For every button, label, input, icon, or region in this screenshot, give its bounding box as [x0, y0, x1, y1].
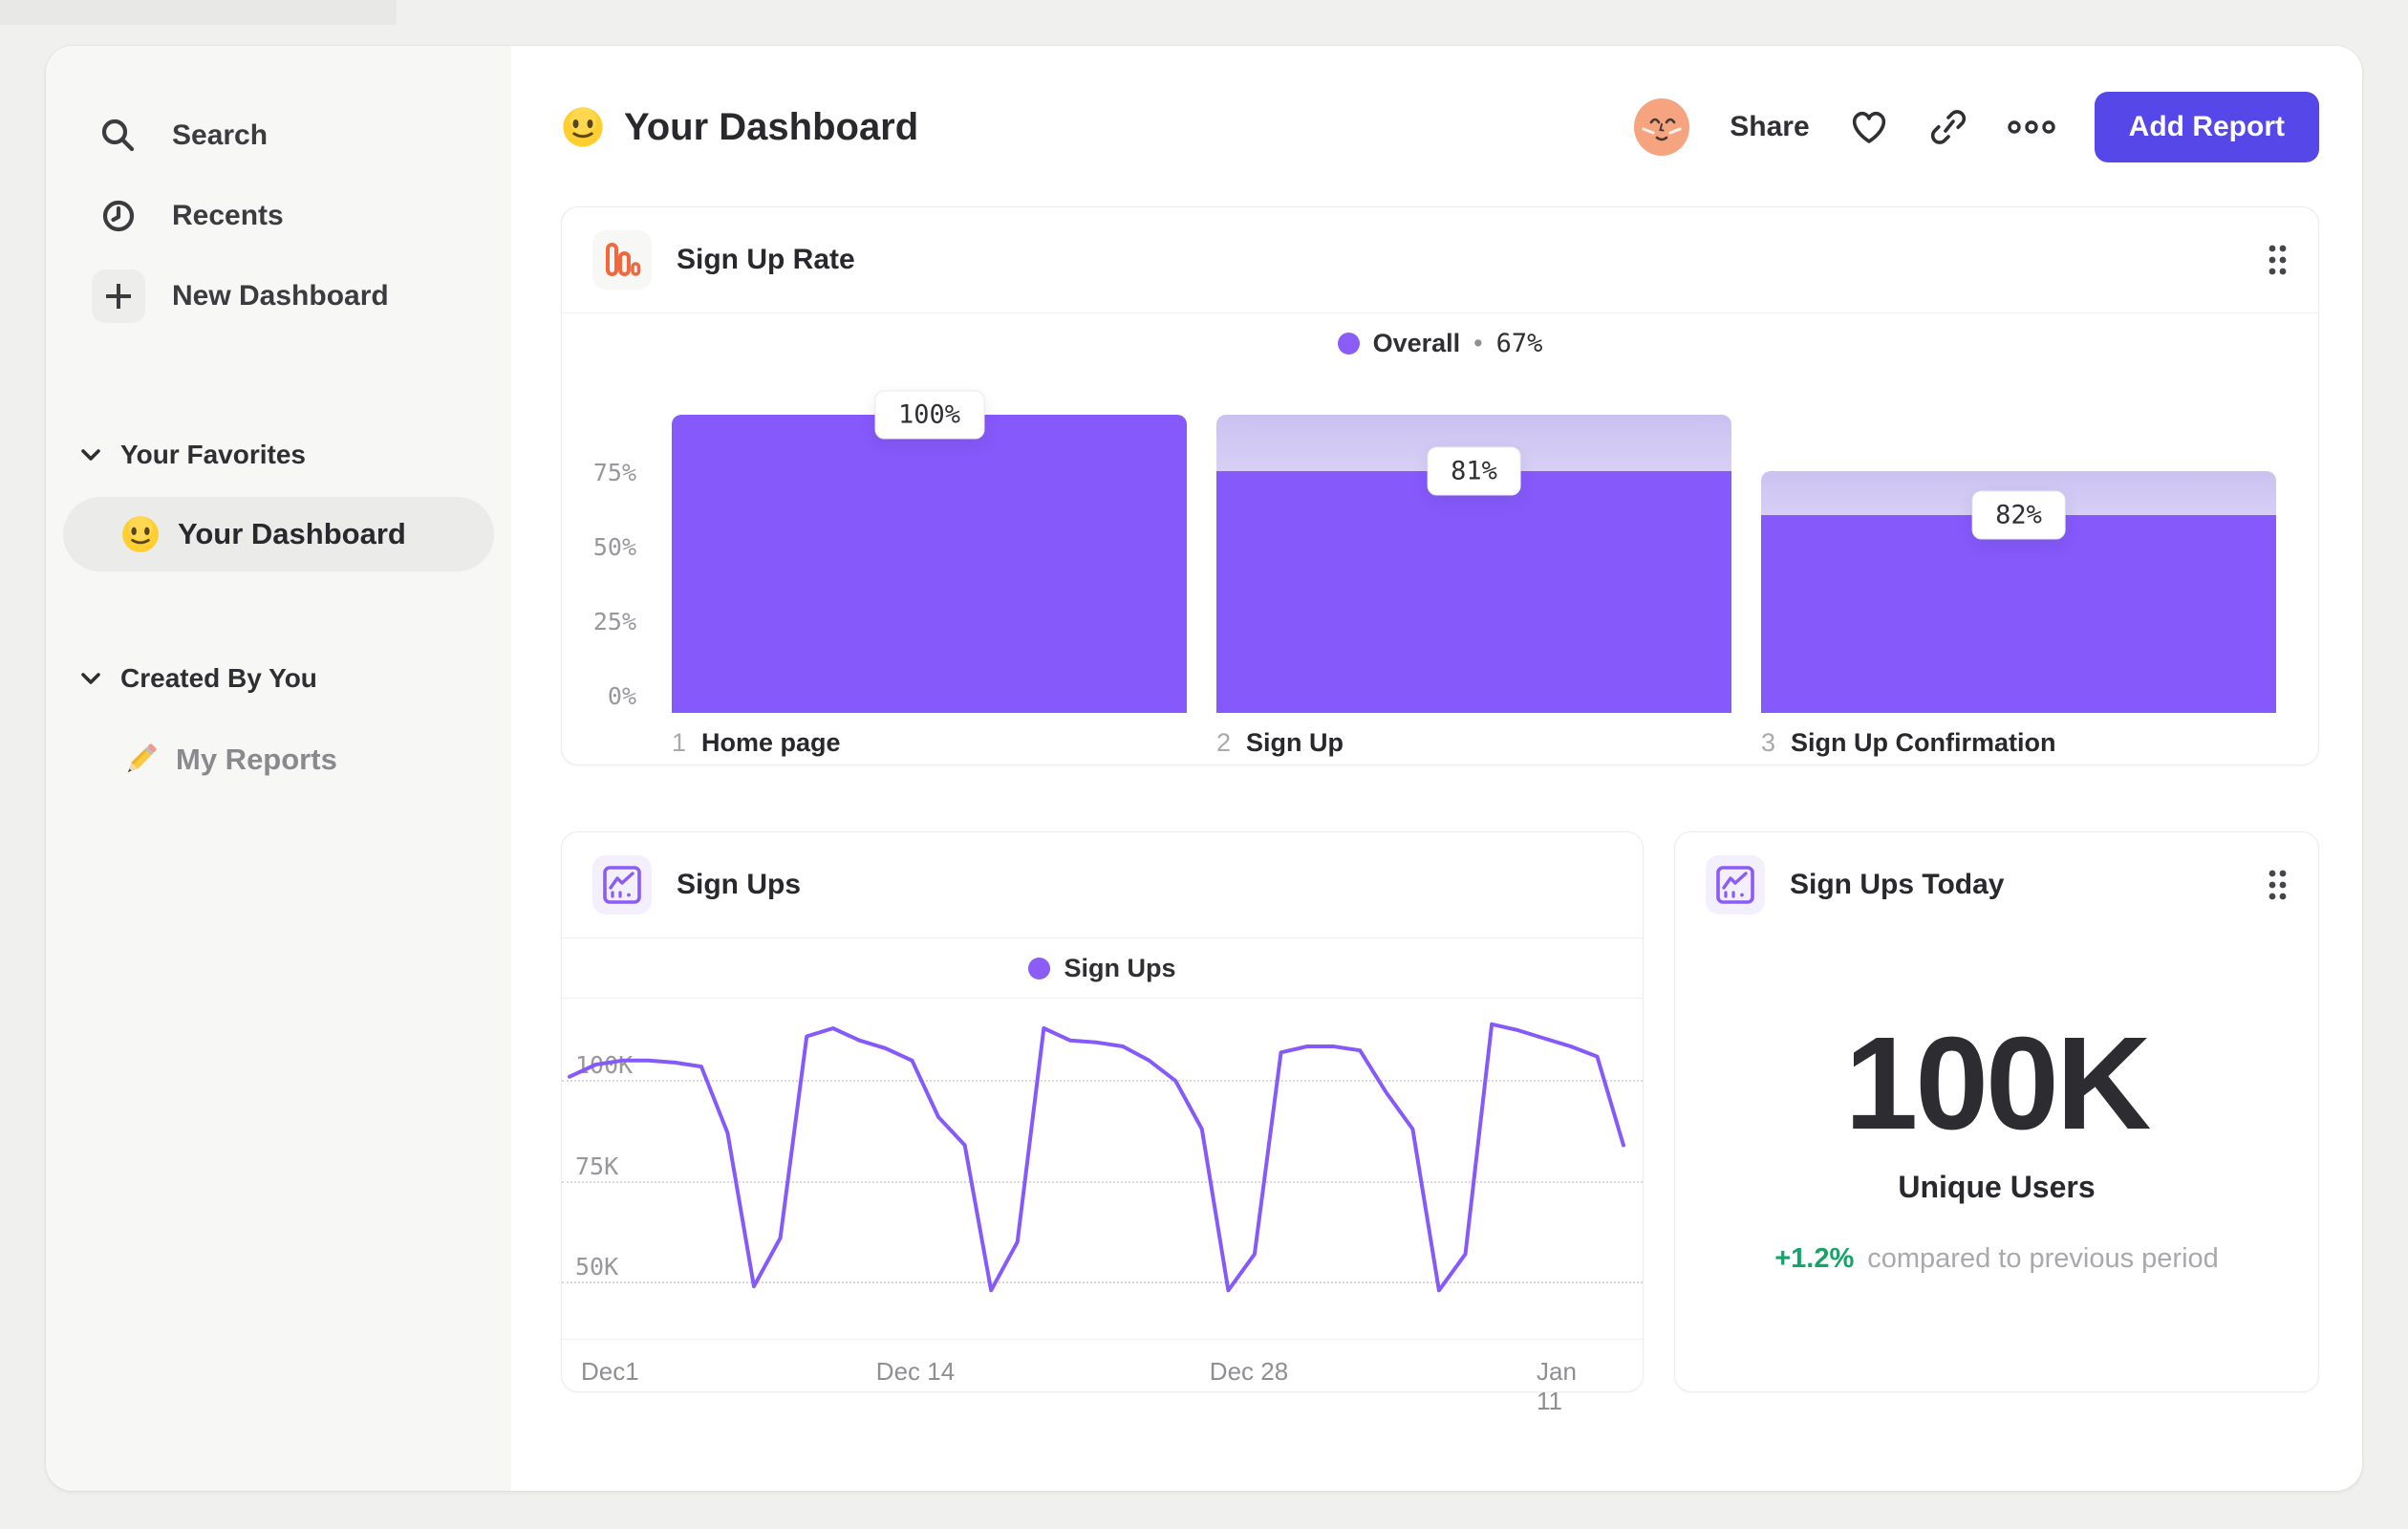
- funnel-step-name: Home page: [701, 728, 841, 757]
- funnel-bar-solid: [672, 415, 1187, 713]
- main-content: Your Dashboard Share Add Report Sign Up …: [511, 46, 2362, 1491]
- legend-dot: [1028, 957, 1051, 980]
- funnel-value-badge: 82%: [1971, 490, 2066, 540]
- add-report-button[interactable]: Add Report: [2094, 92, 2319, 162]
- metric-body: 100K Unique Users +1.2% compared to prev…: [1675, 937, 2318, 1275]
- sidebar-item-my-reports[interactable]: My Reports: [63, 726, 494, 793]
- more-options-icon[interactable]: [2007, 119, 2056, 135]
- pencil-emoji-icon: [127, 743, 157, 773]
- line-x-tick: Dec 14: [875, 1357, 956, 1386]
- favorite-heart-icon[interactable]: [1848, 108, 1890, 146]
- sidebar-item-label: My Reports: [176, 743, 337, 776]
- funnel-step-name: Sign Up Confirmation: [1791, 728, 2056, 757]
- sidebar-item-new-dashboard[interactable]: New Dashboard: [63, 256, 494, 336]
- page-header: Your Dashboard Share Add Report: [561, 92, 2319, 162]
- funnel-bar[interactable]: 100%: [672, 390, 1187, 713]
- funnel-x-axis: 1 Home page 2 Sign Up 3 Sign Up Confirmation: [573, 728, 2276, 758]
- funnel-chart-icon: [592, 230, 652, 290]
- metric-value: 100K: [1844, 1010, 2152, 1157]
- card-title: Sign Ups Today: [1790, 869, 2005, 900]
- card-header: Sign Ups: [562, 832, 1643, 937]
- funnel-plot: 75% 50% 25% 0% 100% 81% 82%: [573, 390, 2276, 713]
- header-actions: Share Add Report: [1632, 92, 2319, 162]
- app-window: Search Recents New Dashboard Your Favori…: [46, 46, 2362, 1491]
- section-title: Created By You: [120, 663, 317, 693]
- search-icon: [92, 109, 145, 162]
- line-x-axis: Dec1 Dec 14 Dec 28 Jan 11: [562, 1339, 1643, 1415]
- page-title: Your Dashboard: [561, 105, 918, 149]
- sidebar: Search Recents New Dashboard Your Favori…: [46, 46, 511, 1491]
- chevron-down-icon: [81, 449, 100, 461]
- metric-label: Unique Users: [1898, 1170, 2096, 1204]
- chevron-down-icon: [81, 673, 100, 684]
- sidebar-item-search[interactable]: Search: [63, 96, 494, 176]
- line-x-tick: Dec1: [581, 1357, 639, 1386]
- funnel-y-tick: 0%: [607, 682, 636, 710]
- funnel-value-badge: 100%: [873, 390, 985, 440]
- funnel-step-name: Sign Up: [1246, 728, 1344, 757]
- smiley-emoji-icon: [563, 107, 603, 147]
- card-header: Sign Ups Today: [1675, 832, 2318, 937]
- funnel-value-badge: 81%: [1427, 446, 1521, 496]
- section-title: Your Favorites: [120, 440, 306, 469]
- sidebar-item-recents[interactable]: Recents: [63, 176, 494, 256]
- funnel-bar-solid: [1761, 514, 2276, 713]
- card-header: Sign Up Rate: [562, 207, 2318, 312]
- sidebar-item-label: New Dashboard: [172, 280, 389, 312]
- sign-ups-today-card: Sign Ups Today 100K Unique Users +1.2% c…: [1674, 831, 2319, 1392]
- metric-delta: +1.2%: [1774, 1243, 1855, 1274]
- line-plot: 100K 75K 50K: [562, 999, 1643, 1339]
- top-strip: [0, 0, 397, 25]
- legend-value: 67%: [1495, 328, 1543, 358]
- funnel-step-index: 2: [1216, 728, 1232, 757]
- line-chart-icon: [1706, 855, 1765, 915]
- funnel-bar-solid: [1216, 471, 1731, 713]
- funnel-step-index: 3: [1761, 728, 1776, 757]
- favorites-section: Your Favorites Your Dashboard: [63, 428, 494, 571]
- funnel-step-index: 1: [672, 728, 687, 757]
- funnel-y-tick: 25%: [592, 608, 636, 635]
- drag-handle-icon[interactable]: [2267, 243, 2288, 277]
- share-button[interactable]: Share: [1730, 111, 1809, 143]
- plus-icon: [92, 269, 145, 323]
- line-x-tick: Jan 11: [1537, 1357, 1577, 1415]
- line-chart-icon: [592, 855, 652, 915]
- funnel-step-label: 3 Sign Up Confirmation: [1761, 728, 2276, 758]
- smiley-emoji-icon: [122, 516, 159, 552]
- sign-ups-line-series: [568, 1022, 1625, 1293]
- funnel-bar[interactable]: 82%: [1761, 415, 2276, 713]
- sidebar-item-label: Recents: [172, 200, 284, 231]
- sidebar-item-label: Search: [172, 119, 269, 151]
- funnel-step-label: 2 Sign Up: [1216, 728, 1731, 758]
- drag-handle-icon[interactable]: [2267, 868, 2288, 902]
- legend-name: Sign Ups: [1064, 953, 1176, 982]
- avatar[interactable]: [1632, 97, 1691, 157]
- funnel-bar[interactable]: 81%: [1216, 415, 1731, 713]
- sign-up-rate-card: Sign Up Rate Overall • 67% 75% 50% 25% 0%: [561, 206, 2319, 765]
- sidebar-item-your-dashboard[interactable]: Your Dashboard: [63, 497, 494, 571]
- favorites-section-header[interactable]: Your Favorites: [63, 428, 494, 482]
- created-section-header[interactable]: Created By You: [63, 652, 494, 705]
- funnel-y-tick: 75%: [592, 459, 636, 486]
- card-title: Sign Up Rate: [677, 244, 855, 275]
- card-title: Sign Ups: [677, 869, 802, 900]
- funnel-y-axis: 75% 50% 25% 0%: [573, 415, 642, 713]
- funnel-step-label: 1 Home page: [672, 728, 1187, 758]
- metric-delta-row: +1.2% compared to previous period: [1774, 1243, 2219, 1275]
- legend-separator: •: [1473, 328, 1483, 357]
- funnel-legend: Overall • 67%: [562, 313, 2318, 373]
- funnel-y-tick: 50%: [592, 533, 636, 561]
- metric-delta-caption: compared to previous period: [1867, 1243, 2219, 1274]
- created-by-you-section: Created By You My Reports: [63, 652, 494, 793]
- sign-ups-card: Sign Ups Sign Ups 100K 75K 50K Dec1 Dec 14 D…: [561, 831, 1644, 1415]
- line-legend: Sign Ups: [562, 938, 1643, 998]
- legend-dot: [1337, 332, 1360, 355]
- copy-link-icon[interactable]: [1928, 107, 1968, 147]
- legend-name: Overall: [1372, 328, 1461, 357]
- line-x-tick: Dec 28: [1209, 1357, 1289, 1386]
- sidebar-item-label: Your Dashboard: [178, 517, 406, 550]
- clock-icon: [92, 189, 145, 243]
